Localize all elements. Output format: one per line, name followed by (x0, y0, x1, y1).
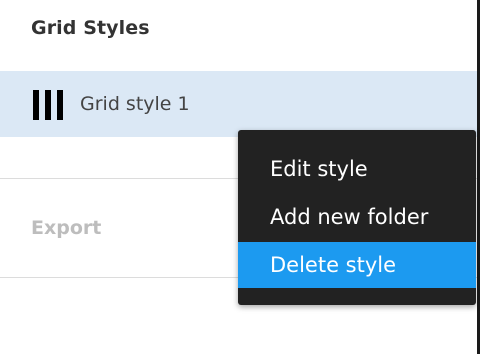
grid-styles-heading: Grid Styles (31, 17, 150, 39)
menu-item-delete-style[interactable]: Delete style (238, 242, 476, 288)
grid-style-row[interactable] (0, 71, 477, 137)
layout-grid-columns-icon (33, 90, 65, 120)
menu-item-add-new-folder[interactable]: Add new folder (238, 194, 476, 240)
grid-style-label[interactable]: Grid style 1 (80, 93, 190, 115)
menu-item-edit-style[interactable]: Edit style (238, 146, 476, 192)
export-section-label: Export (31, 217, 102, 239)
context-menu: Edit style Add new folder Delete style (238, 130, 476, 305)
